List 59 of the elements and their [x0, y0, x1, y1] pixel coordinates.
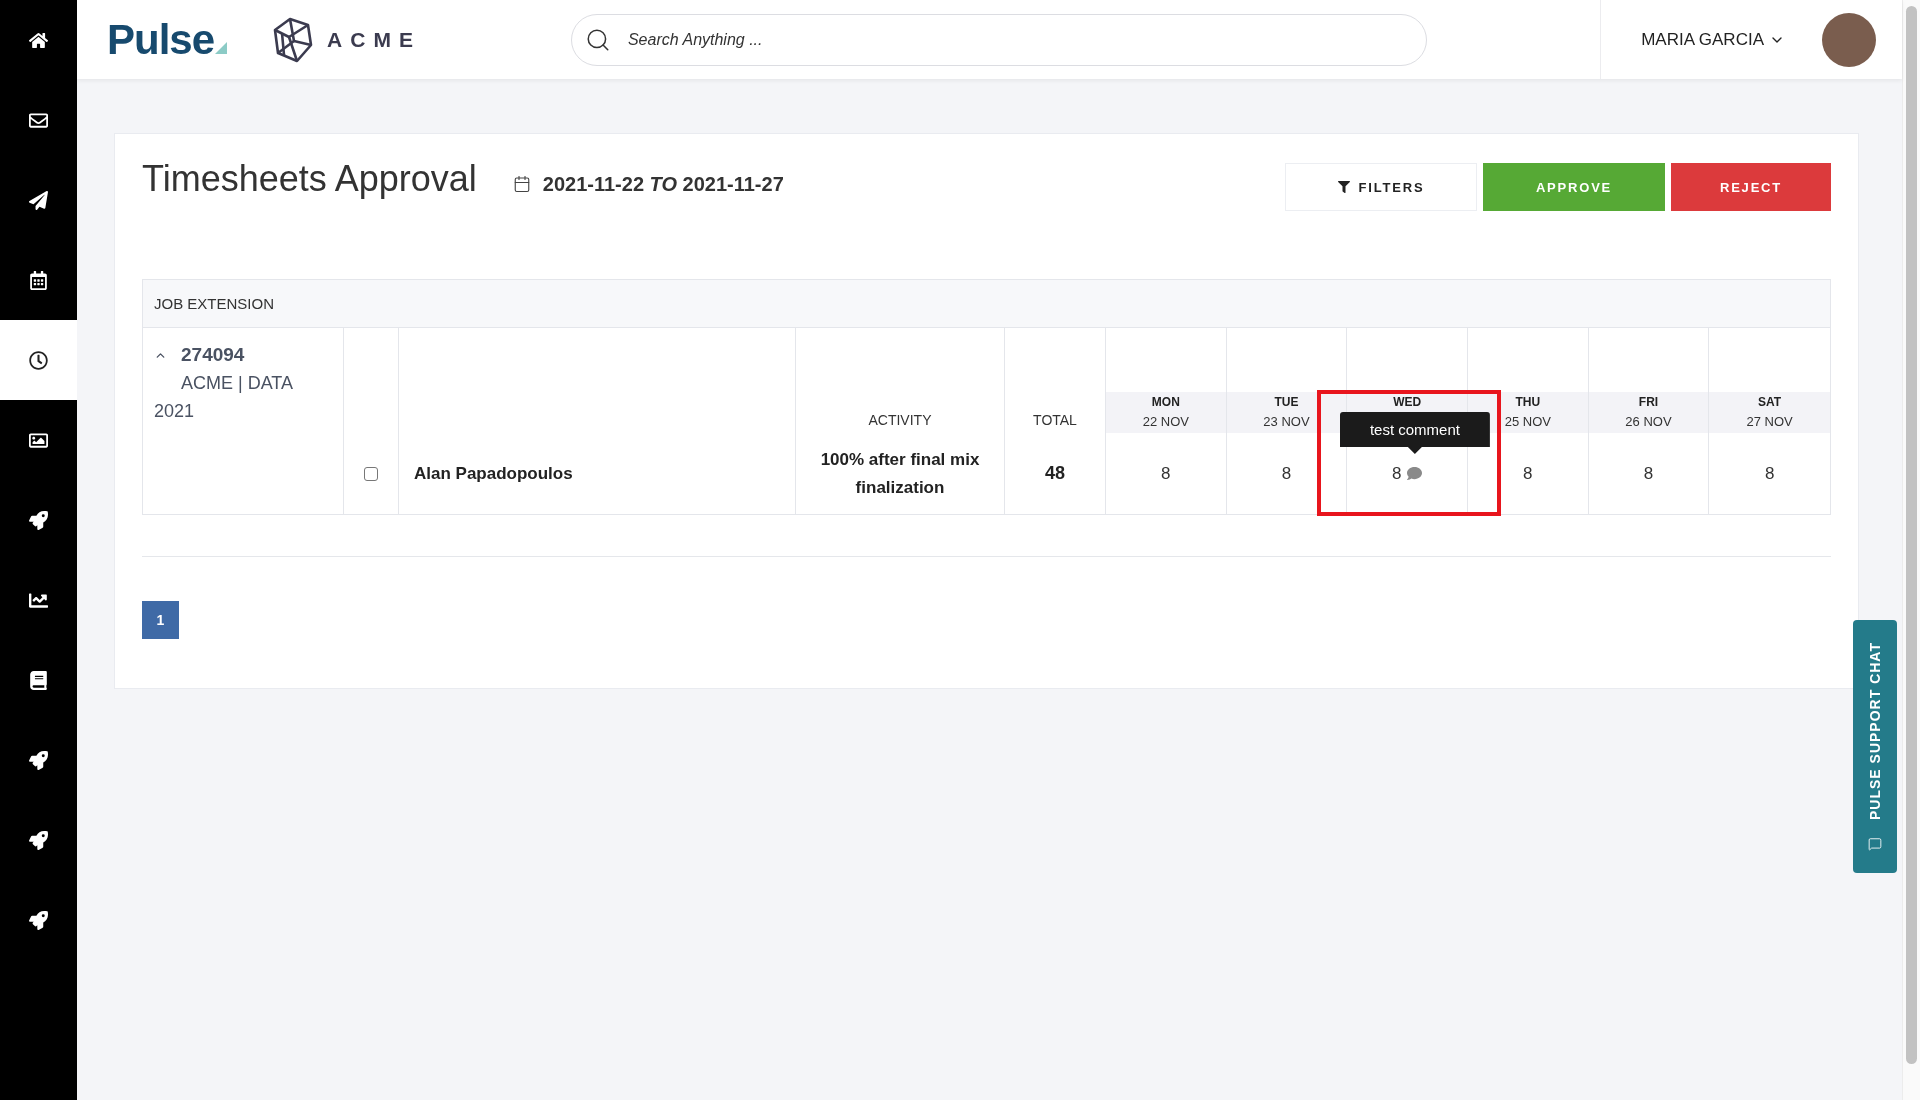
date-range: 2021-11-22 TO 2021-11-27: [542, 172, 784, 196]
hours-value: 8: [1161, 463, 1171, 484]
activity-text: 100% after final mix finalization: [819, 448, 981, 499]
triangle-icon: [215, 41, 228, 54]
column-label: TOTAL: [1033, 412, 1077, 430]
hours-value: 8: [1643, 463, 1654, 484]
envelope-icon: [29, 110, 48, 130]
hours-value: 8: [1391, 463, 1402, 484]
tooltip: test comment: [1339, 412, 1490, 454]
calendar-icon: [29, 270, 48, 290]
group-header: JOB EXTENSION: [143, 280, 1830, 328]
paper-plane-icon: [29, 190, 48, 210]
reject-button[interactable]: REJECT: [1671, 163, 1831, 211]
home-icon: [29, 30, 48, 50]
clock-icon: [29, 350, 48, 370]
client-logo-text: ACME: [327, 27, 421, 52]
support-chat-tab[interactable]: PULSE SUPPORT CHAT: [1853, 620, 1897, 873]
day-name: SAT: [1758, 394, 1782, 411]
day-name: TUE: [1274, 394, 1299, 411]
scrollbar-track[interactable]: [1902, 0, 1920, 1100]
day-date: 27 NOV: [1746, 413, 1793, 431]
checkbox[interactable]: [364, 466, 378, 481]
job-number: 274094: [181, 344, 245, 366]
filter-icon: [1337, 181, 1350, 193]
day-date: 23 NOV: [1263, 413, 1310, 431]
day-name: WED: [1393, 394, 1422, 411]
column-label: ACTIVITY: [868, 412, 932, 430]
day-date: 25 NOV: [1504, 413, 1551, 431]
calendar-icon: [512, 175, 531, 193]
rocket-icon: [29, 910, 48, 930]
employee-name: Alan Papadopoulos: [414, 463, 573, 484]
day-date: 26 NOV: [1625, 413, 1672, 431]
filters-button[interactable]: FILTERS: [1285, 163, 1477, 211]
rocket-icon: [29, 830, 48, 850]
search-field[interactable]: Search Anything ...: [570, 13, 1427, 66]
comment-icon[interactable]: [1407, 466, 1423, 481]
brand-name: Pulse: [107, 16, 215, 63]
job-name: ACME | DATA 2021: [154, 372, 294, 423]
rocket-icon: [29, 750, 48, 770]
day-name: MON: [1151, 394, 1180, 411]
scrollbar-thumb[interactable]: [1906, 6, 1917, 1064]
hours-value: 8: [1523, 463, 1533, 484]
day-name: FRI: [1638, 394, 1659, 411]
day-date: 22 NOV: [1142, 413, 1189, 431]
approve-button[interactable]: APPROVE: [1483, 163, 1665, 211]
rocket-icon: [29, 510, 48, 530]
avatar[interactable]: [1822, 12, 1876, 67]
book-icon: [29, 670, 48, 690]
line-chart-icon: [29, 590, 48, 610]
user-menu-button[interactable]: MARIA GARCIA: [1641, 29, 1785, 50]
cube-icon: [273, 16, 314, 63]
image-icon: [29, 430, 48, 450]
day-name: THU: [1515, 394, 1541, 411]
page-title: Timesheets Approval: [142, 158, 477, 200]
total-hours: 48: [1045, 463, 1065, 484]
hours-value: 8: [1281, 463, 1292, 484]
chat-icon: [1868, 837, 1882, 852]
page-button[interactable]: 1: [142, 601, 179, 639]
hours-value: 8: [1764, 463, 1775, 484]
